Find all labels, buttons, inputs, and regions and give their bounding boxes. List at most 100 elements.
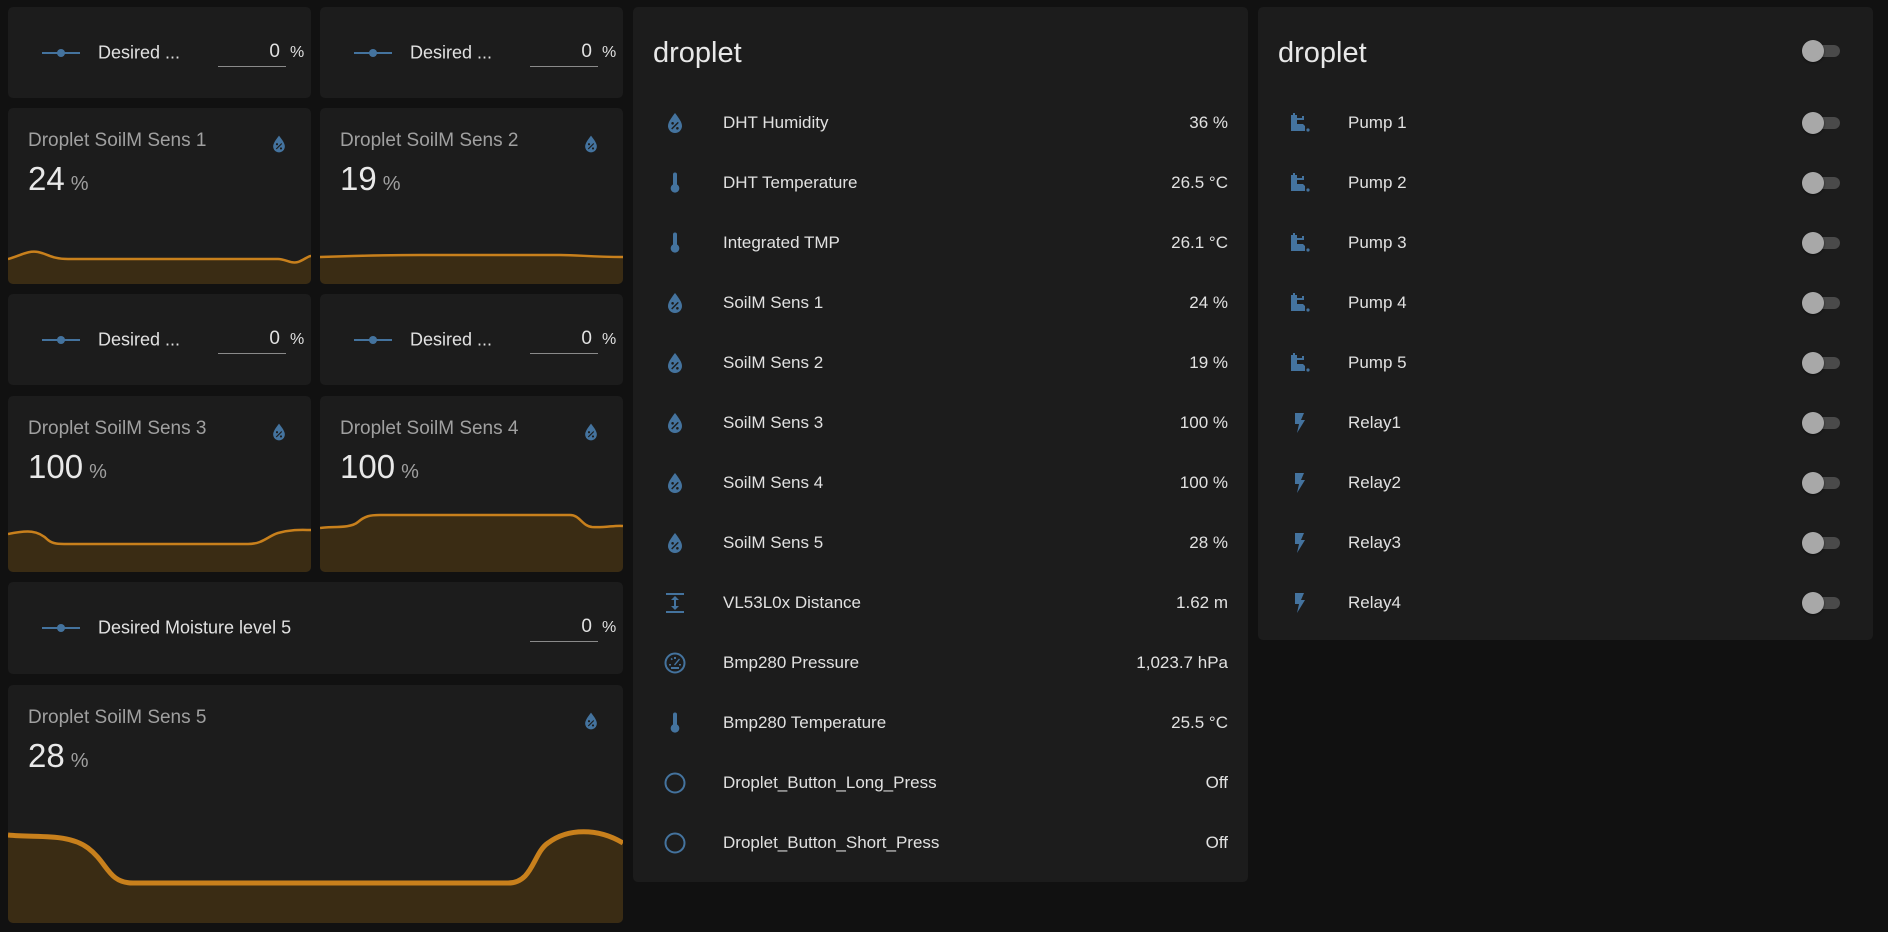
sensor-row[interactable]: SoilM Sens 5 28 %: [633, 523, 1248, 563]
number-input-field[interactable]: 0: [530, 39, 598, 67]
sensor-row[interactable]: Droplet_Button_Short_Press Off: [633, 823, 1248, 863]
history-graph: [320, 253, 623, 284]
water-pump-icon: [1288, 171, 1312, 195]
sensor-card-2[interactable]: Droplet SoilM Sens 2 19%: [320, 108, 623, 284]
sensor-row-label: Droplet_Button_Short_Press: [723, 833, 940, 852]
sensor-row-label: Bmp280 Pressure: [723, 653, 860, 672]
slider-icon: [42, 335, 80, 345]
switch-row-label: Pump 2: [1348, 173, 1407, 192]
thermometer-icon: [663, 171, 687, 195]
flash-icon: [1288, 411, 1312, 435]
slider-icon: [354, 48, 392, 58]
number-input-card-4: Desired ... 0 %: [320, 294, 623, 385]
sensor-row[interactable]: Integrated TMP 26.1 °C: [633, 223, 1248, 263]
switches-entities-card: droplet Pump 1 Pump 2 Pump 3 Pump 4 Pump 5 Re…: [1258, 7, 1873, 640]
sensor-row-value: 25.5 °C: [1171, 713, 1228, 732]
sensor-row-value: 19 %: [1189, 353, 1228, 372]
sensor-name: Droplet SoilM Sens 2: [340, 130, 519, 151]
switch-row: Relay3: [1258, 523, 1873, 563]
sensor-row[interactable]: DHT Humidity 36 %: [633, 103, 1248, 143]
switch-toggle[interactable]: [1802, 172, 1840, 194]
sensor-row-value: 24 %: [1189, 293, 1228, 312]
sensor-card-5[interactable]: Droplet SoilM Sens 5 28%: [8, 685, 623, 923]
number-input-unit: %: [290, 43, 305, 61]
number-input-field[interactable]: 0: [530, 614, 598, 642]
sensor-row[interactable]: Bmp280 Temperature 25.5 °C: [633, 703, 1248, 743]
sensor-card-3[interactable]: Droplet SoilM Sens 3 100%: [8, 396, 311, 572]
sensor-name: Droplet SoilM Sens 5: [28, 707, 207, 728]
switch-row: Pump 4: [1258, 283, 1873, 323]
sensor-row[interactable]: DHT Temperature 26.5 °C: [633, 163, 1248, 203]
water-percent-icon: [663, 471, 687, 495]
sensor-row-label: SoilM Sens 2: [723, 353, 824, 372]
sensor-row-label: SoilM Sens 4: [723, 473, 824, 492]
sensor-card-4[interactable]: Droplet SoilM Sens 4 100%: [320, 396, 623, 572]
water-pump-icon: [1288, 231, 1312, 255]
switch-row-label: Relay1: [1348, 413, 1401, 432]
flash-icon: [1288, 471, 1312, 495]
number-input-card-3: Desired ... 0 %: [8, 294, 311, 385]
number-input-card-2: Desired ... 0 %: [320, 7, 623, 98]
thermometer-icon: [663, 231, 687, 255]
sensor-row-label: DHT Humidity: [723, 113, 829, 132]
sensor-row-label: SoilM Sens 1: [723, 293, 824, 312]
switch-row-label: Relay3: [1348, 533, 1401, 552]
number-input-field[interactable]: 0: [218, 326, 286, 354]
water-percent-icon: [663, 411, 687, 435]
switch-row-label: Relay4: [1348, 593, 1401, 612]
sensor-row[interactable]: VL53L0x Distance 1.62 m: [633, 583, 1248, 623]
switch-toggle[interactable]: [1802, 352, 1840, 374]
water-pump-icon: [1288, 111, 1312, 135]
number-input-label: Desired ...: [98, 42, 181, 62]
sensor-row-value: 26.5 °C: [1171, 173, 1228, 192]
switch-toggle[interactable]: [1802, 532, 1840, 554]
switch-toggle[interactable]: [1802, 112, 1840, 134]
water-percent-icon: [663, 531, 687, 555]
sensor-row-label: SoilM Sens 5: [723, 533, 824, 552]
switch-row-label: Pump 3: [1348, 233, 1407, 252]
sensor-name: Droplet SoilM Sens 1: [28, 130, 207, 151]
sensor-row[interactable]: Bmp280 Pressure 1,023.7 hPa: [633, 643, 1248, 683]
sensor-row-value: 1.62 m: [1176, 593, 1228, 612]
history-graph: [8, 829, 623, 923]
switch-row: Pump 1: [1258, 103, 1873, 143]
circle-outline-icon: [663, 771, 687, 795]
sensor-row-label: Integrated TMP: [723, 233, 840, 252]
thermometer-icon: [663, 711, 687, 735]
water-percent-icon: [269, 132, 289, 156]
number-input-field[interactable]: 0: [530, 326, 598, 354]
sensor-row-label: SoilM Sens 3: [723, 413, 824, 432]
card-title: droplet: [653, 37, 742, 69]
number-input-field[interactable]: 0: [218, 39, 286, 67]
sensor-row-value: 100 %: [1179, 413, 1228, 432]
switch-toggle[interactable]: [1802, 472, 1840, 494]
number-input-card-5: Desired Moisture level 5 0 %: [8, 582, 623, 674]
history-graph: [8, 250, 311, 284]
switch-row: Pump 3: [1258, 223, 1873, 263]
sensor-row[interactable]: SoilM Sens 3 100 %: [633, 403, 1248, 443]
switch-toggle[interactable]: [1802, 232, 1840, 254]
switch-row: Pump 2: [1258, 163, 1873, 203]
sensor-row[interactable]: SoilM Sens 2 19 %: [633, 343, 1248, 383]
number-input-label: Desired ...: [410, 42, 493, 62]
number-input-unit: %: [290, 330, 305, 348]
number-input-label: Desired Moisture level 5: [98, 617, 292, 638]
sensor-row[interactable]: SoilM Sens 4 100 %: [633, 463, 1248, 503]
water-pump-icon: [1288, 351, 1312, 375]
sensor-card-1[interactable]: Droplet SoilM Sens 1 24%: [8, 108, 311, 284]
water-percent-icon: [581, 709, 601, 733]
sensor-value: 19%: [340, 160, 401, 197]
header-toggle[interactable]: [1802, 40, 1840, 62]
switch-toggle[interactable]: [1802, 292, 1840, 314]
sensor-row[interactable]: Droplet_Button_Long_Press Off: [633, 763, 1248, 803]
sensor-row[interactable]: SoilM Sens 1 24 %: [633, 283, 1248, 323]
sensor-row-value: Off: [1205, 833, 1228, 852]
number-input-card-1: Desired ... 0 %: [8, 7, 311, 98]
switch-toggle[interactable]: [1802, 592, 1840, 614]
sensor-row-label: Bmp280 Temperature: [723, 713, 887, 732]
switch-toggle[interactable]: [1802, 412, 1840, 434]
sensor-value: 100%: [28, 448, 107, 485]
flash-icon: [1288, 591, 1312, 615]
sensors-entities-card: droplet DHT Humidity 36 % DHT Temperature 2…: [633, 7, 1248, 882]
slider-icon: [354, 335, 392, 345]
